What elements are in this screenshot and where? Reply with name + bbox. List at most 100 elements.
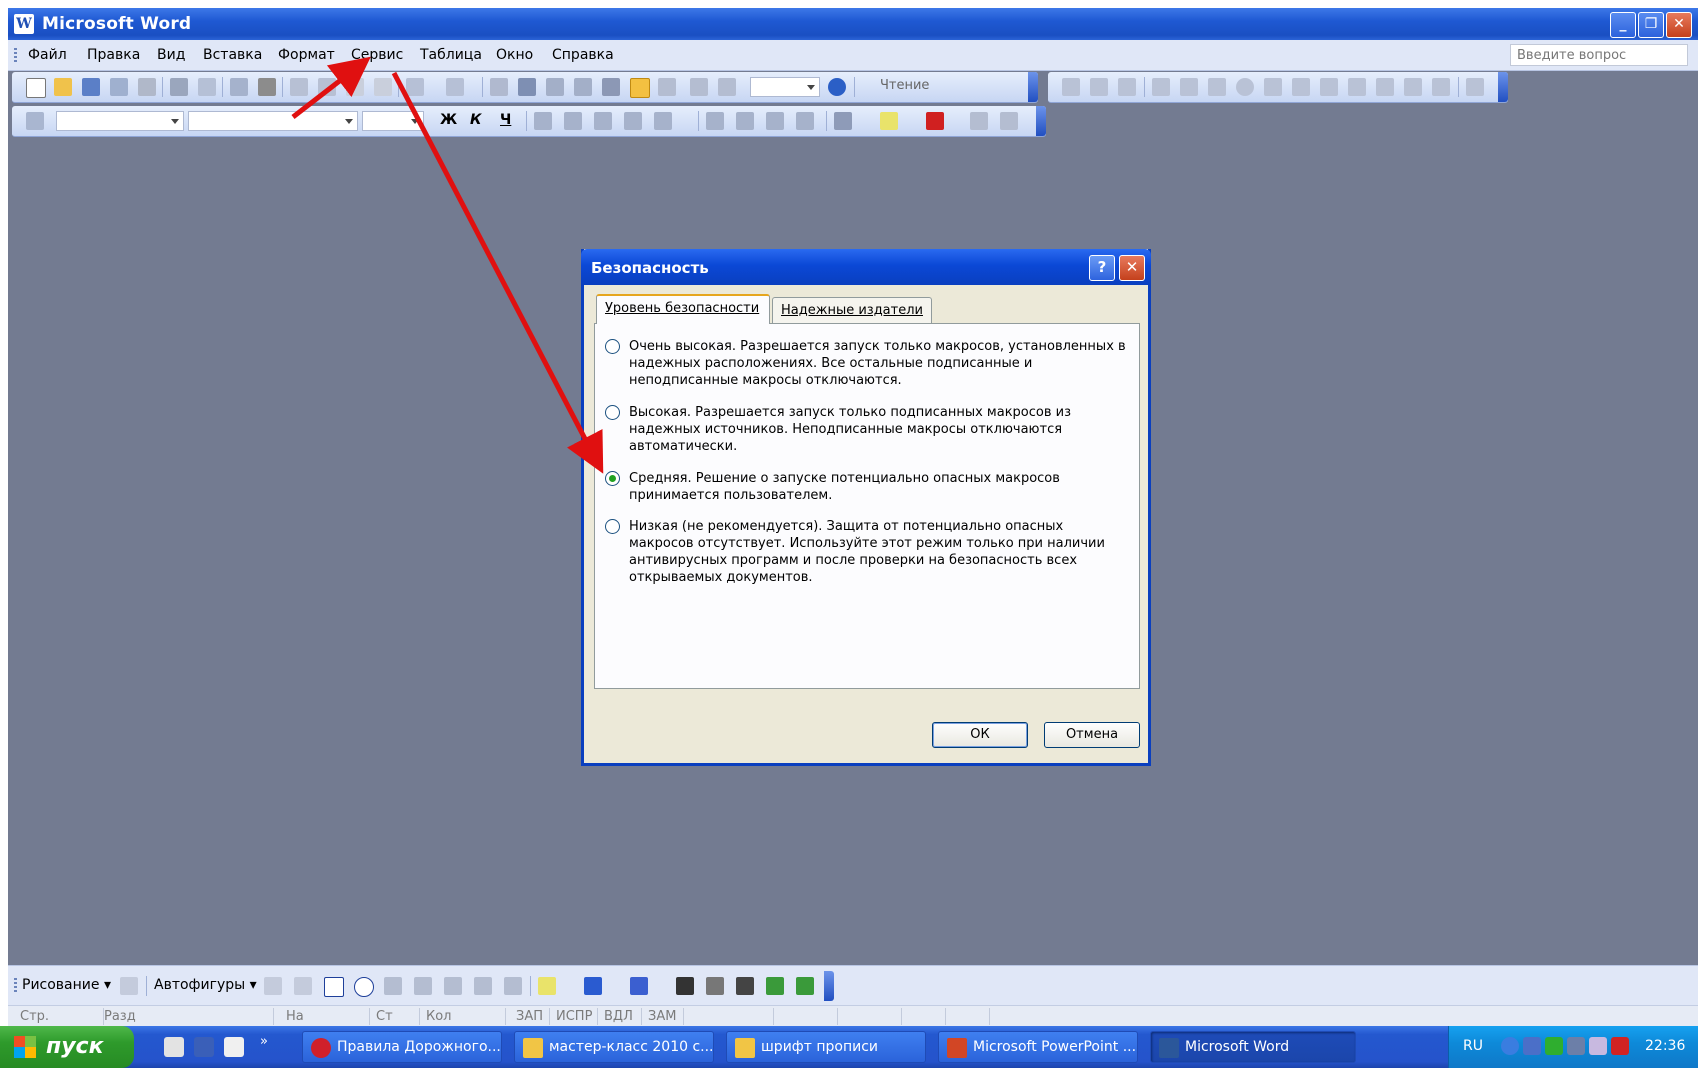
restore-icon[interactable]: ❐ — [1638, 12, 1664, 38]
more-controls-icon[interactable] — [1466, 78, 1484, 96]
quicklaunch-save-icon[interactable] — [194, 1037, 214, 1057]
decrease-indent-icon[interactable] — [766, 112, 784, 130]
task-pdd[interactable]: Правила Дорожного... — [302, 1031, 502, 1063]
oval-icon[interactable] — [354, 977, 374, 997]
language-indicator[interactable]: RU — [1463, 1038, 1483, 1054]
textbox-shape-icon[interactable] — [384, 977, 402, 995]
permission-icon[interactable] — [110, 78, 128, 96]
menu-format[interactable]: Формат — [278, 47, 335, 63]
3d-icon[interactable] — [796, 977, 814, 995]
status-ext[interactable]: ВДЛ — [598, 1008, 642, 1025]
tables-borders-icon[interactable] — [518, 78, 536, 96]
cut-icon[interactable] — [290, 78, 308, 96]
shadow-icon[interactable] — [766, 977, 784, 995]
form-text-icon[interactable] — [1062, 78, 1080, 96]
drawing-grip-icon[interactable] — [14, 978, 17, 992]
font-color-draw-icon[interactable] — [630, 977, 648, 995]
toggle-icon[interactable] — [1320, 78, 1338, 96]
line-color-icon[interactable] — [584, 977, 602, 995]
menu-view[interactable]: Вид — [157, 47, 185, 63]
status-ovr[interactable]: ЗАМ — [642, 1008, 684, 1025]
close-icon[interactable]: ✕ — [1666, 12, 1692, 38]
redo-icon[interactable] — [446, 78, 464, 96]
radio-control-icon[interactable] — [1236, 78, 1254, 96]
status-rec[interactable]: ЗАП — [510, 1008, 550, 1025]
forms-toolbar-options-icon[interactable] — [1498, 72, 1508, 102]
font-color-icon[interactable] — [926, 112, 944, 130]
borders-icon[interactable] — [834, 112, 852, 130]
picture-icon[interactable] — [504, 977, 522, 995]
tray-app-icon[interactable] — [1589, 1037, 1607, 1055]
tab-trusted-publishers[interactable]: Надежные издатели — [772, 297, 932, 323]
fill-color-icon[interactable] — [538, 977, 556, 995]
drawing-menu-button[interactable]: Рисование ▾ — [22, 977, 111, 993]
increase-indent-icon[interactable] — [796, 112, 814, 130]
research-icon[interactable] — [258, 78, 276, 96]
status-trk[interactable]: ИСПР — [550, 1008, 598, 1025]
drawing-toggle-icon[interactable] — [630, 78, 650, 98]
drawing-toolbar-options-icon[interactable] — [824, 971, 834, 1001]
undo-icon[interactable] — [406, 78, 424, 96]
radio-low[interactable] — [605, 519, 620, 534]
wordart-icon[interactable] — [414, 977, 432, 995]
line-style-icon[interactable] — [676, 977, 694, 995]
quicklaunch-more-icon[interactable]: » — [260, 1034, 268, 1049]
menu-help[interactable]: Справка — [552, 47, 614, 63]
spelling-icon[interactable] — [230, 78, 248, 96]
menu-file[interactable]: Файл — [28, 47, 67, 63]
ok-button[interactable]: ОК — [932, 722, 1028, 748]
styles-icon[interactable] — [26, 112, 44, 130]
label-control-icon[interactable] — [1404, 78, 1422, 96]
bold-button[interactable]: Ж — [440, 112, 457, 128]
menu-table[interactable]: Таблица — [420, 47, 482, 63]
cancel-button[interactable]: Отмена — [1044, 722, 1140, 748]
numbering-icon[interactable] — [706, 112, 724, 130]
select-objects-icon[interactable] — [120, 977, 138, 995]
button-control-icon[interactable] — [1208, 78, 1226, 96]
kaspersky-icon[interactable] — [1611, 1037, 1629, 1055]
insert-excel-icon[interactable] — [574, 78, 592, 96]
format-painter-icon[interactable] — [374, 78, 392, 96]
insert-table-icon[interactable] — [546, 78, 564, 96]
scrollbar-control-icon[interactable] — [1376, 78, 1394, 96]
paste-icon[interactable] — [346, 78, 364, 96]
task-font[interactable]: шрифт прописи — [726, 1031, 926, 1063]
bullets-icon[interactable] — [736, 112, 754, 130]
align-right-icon[interactable] — [594, 112, 612, 130]
task-master-class[interactable]: мастер-класс 2010 с... — [514, 1031, 714, 1063]
clipart-icon[interactable] — [474, 977, 492, 995]
reading-mode-button[interactable]: Чтение — [880, 78, 929, 93]
hyperlink-icon[interactable] — [490, 78, 508, 96]
document-map-icon[interactable] — [690, 78, 708, 96]
menu-window[interactable]: Окно — [496, 47, 533, 63]
tray-collapse-icon[interactable] — [1501, 1037, 1519, 1055]
copy-icon[interactable] — [318, 78, 336, 96]
ask-question-input[interactable]: Введите вопрос — [1510, 44, 1688, 66]
listbox-icon[interactable] — [1264, 78, 1282, 96]
highlight-icon[interactable] — [880, 112, 898, 130]
combobox-icon[interactable] — [1292, 78, 1310, 96]
autoshapes-button[interactable]: Автофигуры ▾ — [154, 977, 257, 993]
grip-handle-icon[interactable] — [14, 48, 17, 62]
toolbar-options-icon[interactable] — [1028, 72, 1038, 102]
image-control-icon[interactable] — [1432, 78, 1450, 96]
diagram-icon[interactable] — [444, 977, 462, 995]
align-center-icon[interactable] — [564, 112, 582, 130]
checkbox-icon[interactable] — [1152, 78, 1170, 96]
dialog-close-icon[interactable]: ✕ — [1119, 255, 1145, 281]
task-word[interactable]: Microsoft Word — [1150, 1031, 1356, 1063]
email-icon[interactable] — [138, 78, 156, 96]
arrow-shape-icon[interactable] — [294, 977, 312, 995]
arrow-style-icon[interactable] — [736, 977, 754, 995]
underline-button[interactable]: Ч — [500, 112, 511, 128]
start-button[interactable]: пуск — [0, 1026, 134, 1068]
open-icon[interactable] — [54, 78, 72, 96]
textbox-icon[interactable] — [1180, 78, 1198, 96]
print-icon[interactable] — [170, 78, 188, 96]
security-shield-icon[interactable] — [1545, 1037, 1563, 1055]
line-icon[interactable] — [264, 977, 282, 995]
font-size-combo[interactable] — [362, 111, 424, 131]
volume-icon[interactable] — [1567, 1037, 1585, 1055]
formatting-toolbar-options-icon[interactable] — [1036, 106, 1046, 136]
tab-security-level[interactable]: Уровень безопасности — [596, 294, 770, 324]
